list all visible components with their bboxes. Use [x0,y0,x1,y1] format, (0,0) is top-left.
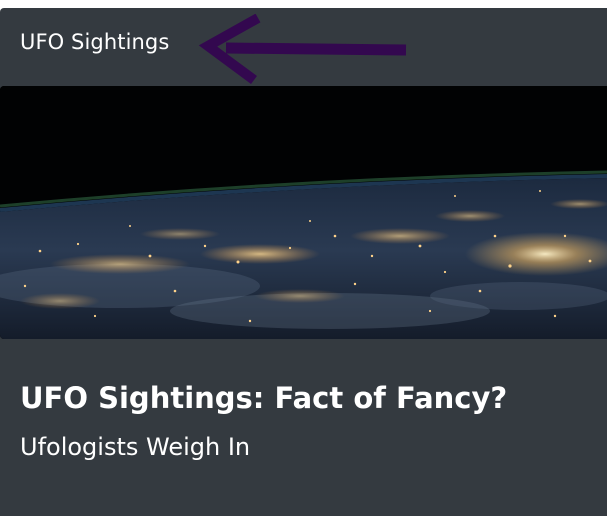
article-subheadline: Ufologists Weigh In [20,433,251,461]
arrow-left-icon [198,14,407,85]
navbar-brand[interactable]: UFO Sightings [20,32,169,53]
earth-night-image [0,86,607,339]
card-panel: UFO Sightings UFO Sightings: Fact of Fan… [0,8,607,516]
article-headline[interactable]: UFO Sightings: Fact of Fancy? [20,384,507,413]
hero-image [0,86,607,339]
